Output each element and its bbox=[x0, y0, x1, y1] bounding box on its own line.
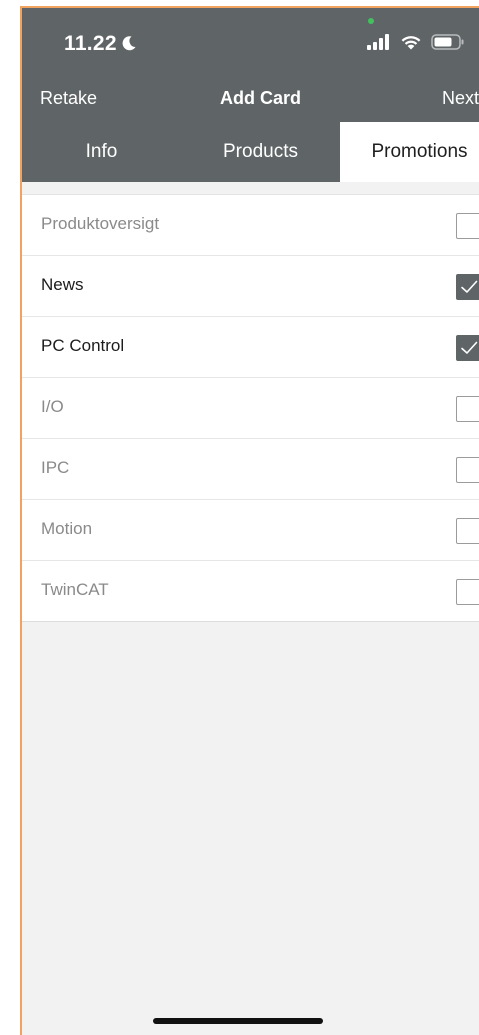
list-item[interactable]: Produktoversigt bbox=[22, 195, 479, 256]
segmented-tabs: Info Products Promotions bbox=[22, 122, 479, 182]
list-item-label: Produktoversigt bbox=[41, 214, 160, 233]
list-item-label: I/O bbox=[41, 397, 64, 416]
cellular-signal-icon bbox=[367, 34, 391, 50]
list-item-label: IPC bbox=[41, 458, 70, 477]
tab-products[interactable]: Products bbox=[181, 122, 340, 182]
list-item-label: TwinCAT bbox=[41, 580, 109, 599]
tab-promotions[interactable]: Promotions bbox=[340, 122, 479, 182]
checkbox[interactable] bbox=[456, 579, 479, 605]
moon-icon bbox=[121, 35, 137, 51]
list-item[interactable]: IPC bbox=[22, 439, 479, 500]
checkbox[interactable] bbox=[456, 457, 479, 483]
home-indicator[interactable] bbox=[153, 1018, 323, 1024]
list-item-label: Motion bbox=[41, 519, 93, 538]
tab-info[interactable]: Info bbox=[22, 122, 181, 182]
checkbox[interactable] bbox=[456, 518, 479, 544]
page-title: Add Card bbox=[220, 88, 301, 108]
checkbox[interactable] bbox=[456, 274, 479, 300]
status-icons bbox=[367, 32, 465, 52]
list-item-label: News bbox=[41, 275, 84, 294]
list-item[interactable]: News bbox=[22, 256, 479, 317]
navigation-bar: Retake Add Card Next bbox=[22, 80, 479, 122]
list-item-label: PC Control bbox=[41, 336, 125, 355]
list-item[interactable]: PC Control bbox=[22, 317, 479, 378]
checkbox[interactable] bbox=[456, 213, 479, 239]
app-screen: 11.22 Retake Add Card Next Info Products… bbox=[20, 6, 479, 1035]
checkmark-icon bbox=[461, 280, 478, 293]
list-item[interactable]: Motion bbox=[22, 500, 479, 561]
next-button[interactable]: Next bbox=[442, 88, 479, 109]
status-time: 11.22 bbox=[64, 32, 137, 56]
promotions-list: Produktoversigt News PC Control I/O IPC … bbox=[22, 194, 479, 622]
list-item[interactable]: TwinCAT bbox=[22, 561, 479, 622]
privacy-indicator-dot bbox=[368, 18, 374, 24]
battery-icon bbox=[431, 34, 465, 50]
list-item[interactable]: I/O bbox=[22, 378, 479, 439]
checkbox[interactable] bbox=[456, 335, 479, 361]
time-text: 11.22 bbox=[64, 32, 117, 55]
status-bar: 11.22 bbox=[22, 8, 479, 80]
checkbox[interactable] bbox=[456, 396, 479, 422]
wifi-icon bbox=[400, 34, 422, 50]
checkmark-icon bbox=[461, 341, 478, 354]
